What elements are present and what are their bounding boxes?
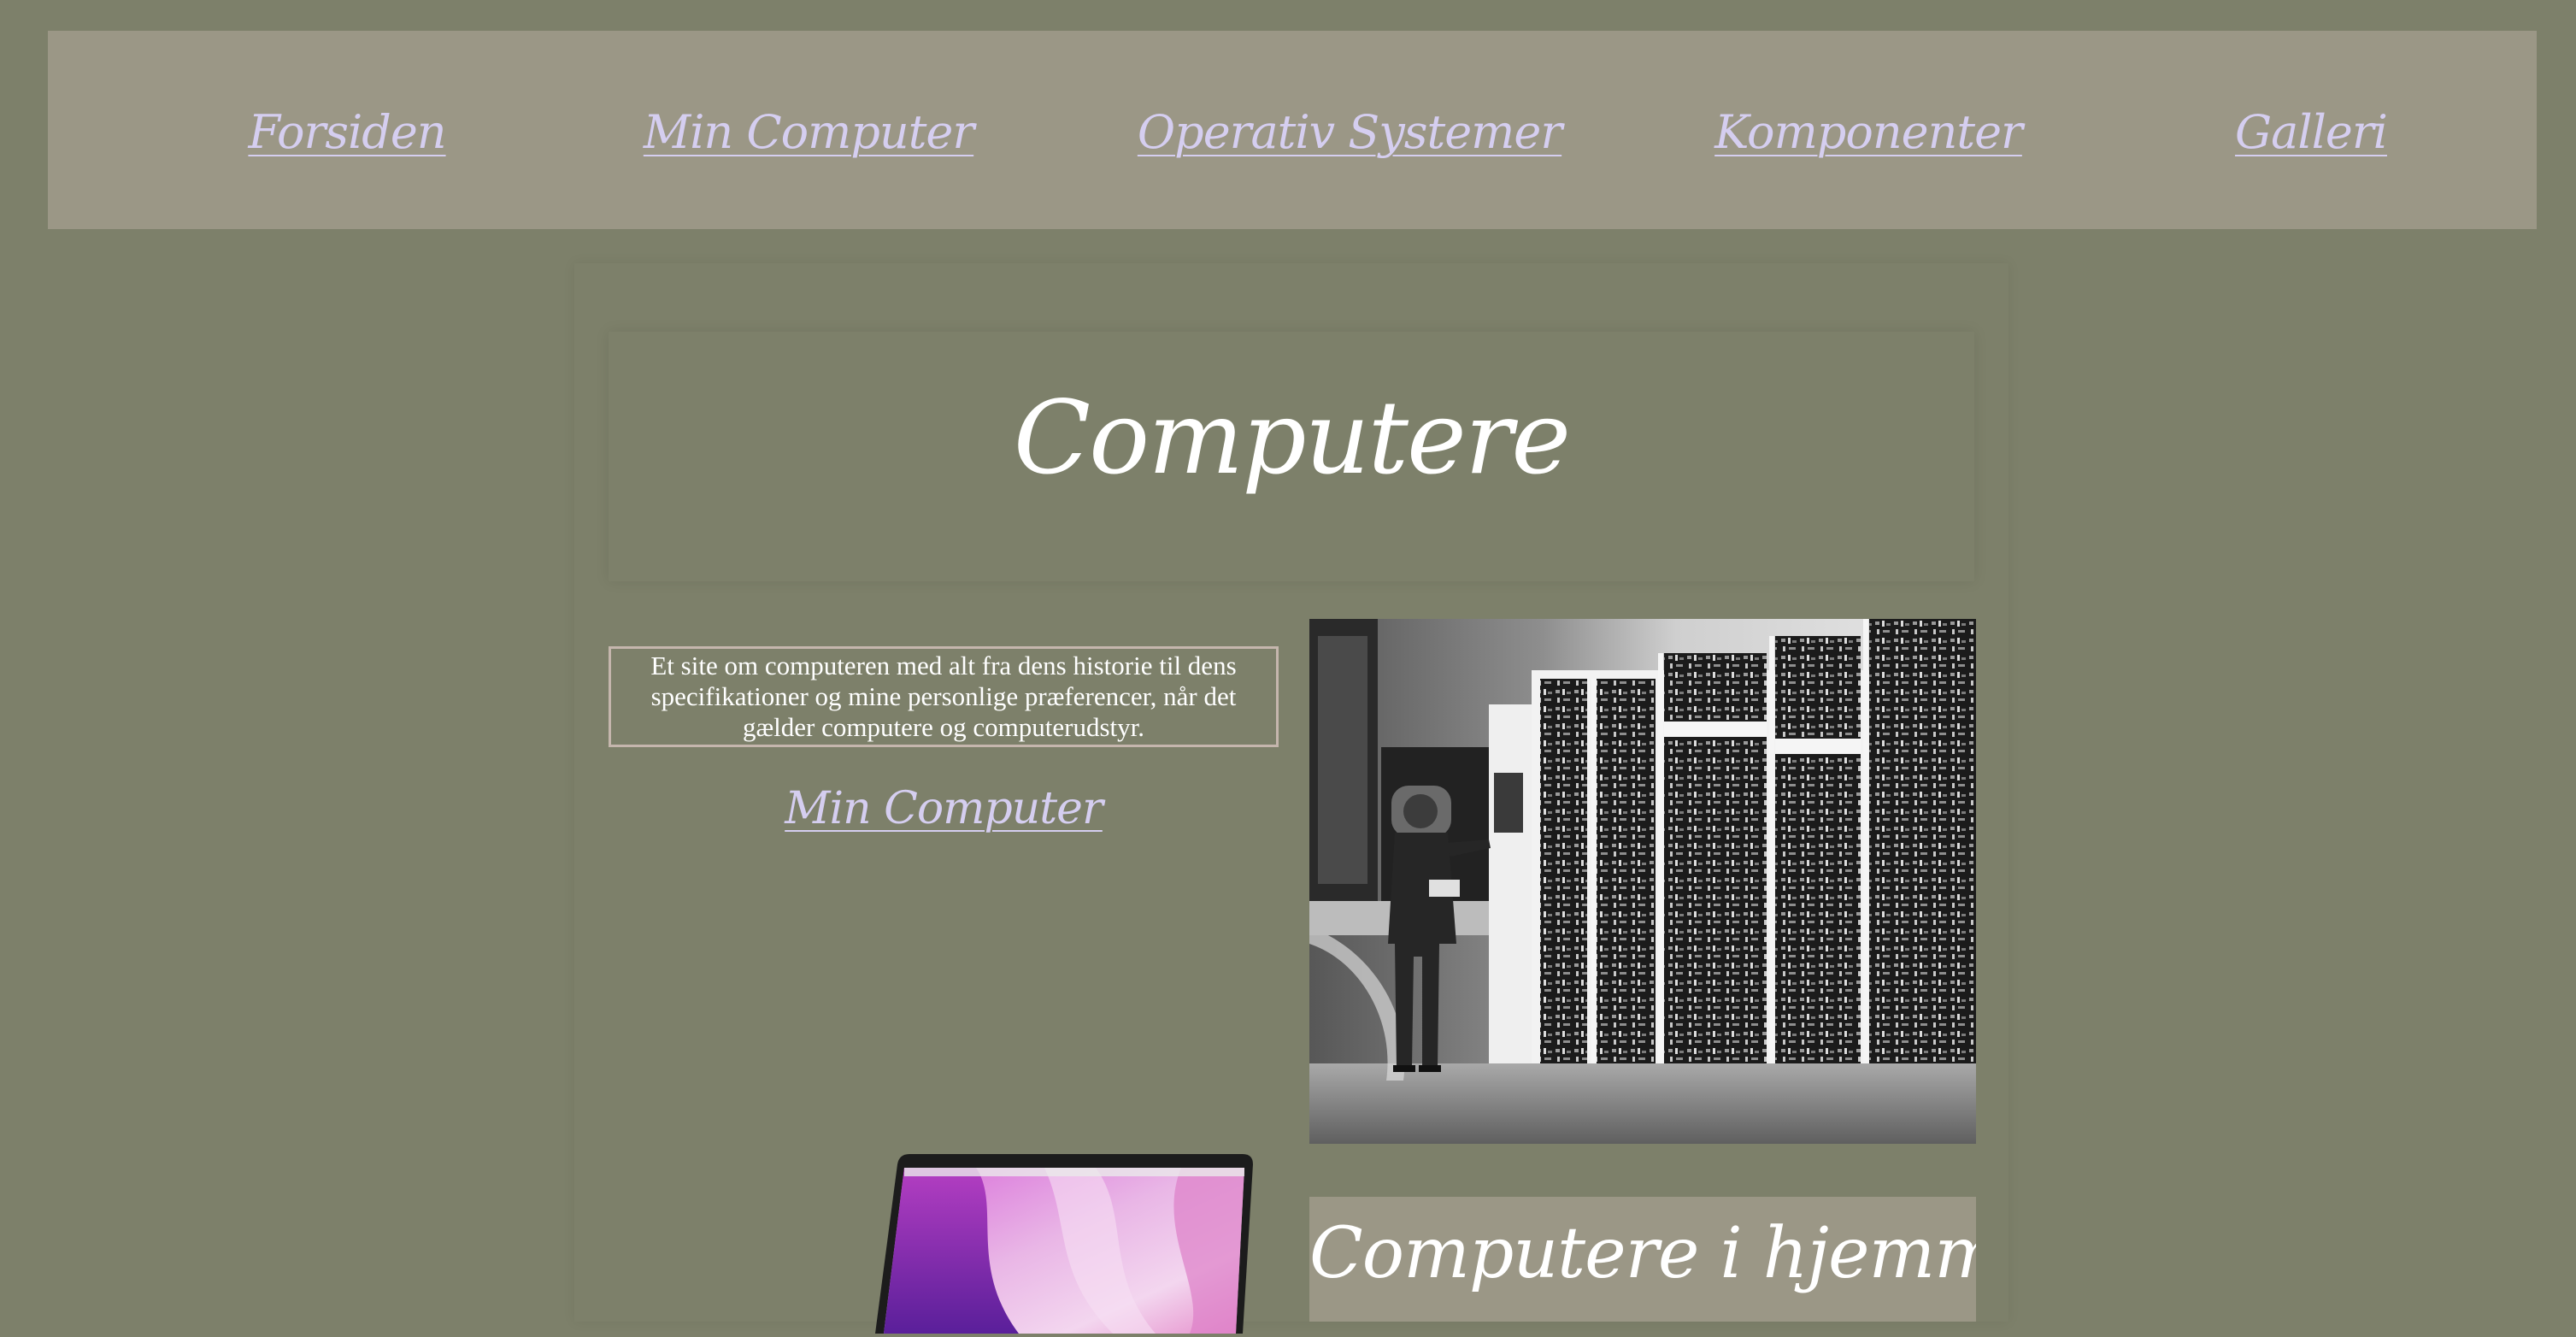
- laptop-image: [873, 1146, 1258, 1334]
- historic-computer-photo: [1309, 619, 1976, 1144]
- hero-banner: Computere: [609, 332, 1974, 581]
- nav-link-komponenter[interactable]: Komponenter: [1714, 109, 2023, 156]
- min-computer-link[interactable]: Min Computer: [785, 786, 1103, 831]
- nav-link-forsiden[interactable]: Forsiden: [248, 109, 446, 156]
- nav-link-operativ-systemer[interactable]: Operativ Systemer: [1138, 109, 1562, 156]
- page-title: Computere: [1013, 379, 1571, 497]
- top-navigation: Forsiden Min Computer Operativ Systemer …: [48, 31, 2537, 229]
- historic-computer-illustration: [1309, 619, 1976, 1144]
- intro-text: Et site om computeren med alt fra dens h…: [609, 646, 1279, 747]
- section-title: Computere i hjemmet: [1309, 1213, 1976, 1294]
- laptop-illustration: [875, 1154, 1253, 1334]
- nav-link-min-computer[interactable]: Min Computer: [644, 109, 974, 156]
- nav-link-galleri[interactable]: Galleri: [2235, 109, 2388, 156]
- main-content: Computere Et site om computeren med alt …: [574, 263, 2008, 1334]
- section-computere-i-hjemmet: Computere i hjemmet: [1309, 1197, 1976, 1322]
